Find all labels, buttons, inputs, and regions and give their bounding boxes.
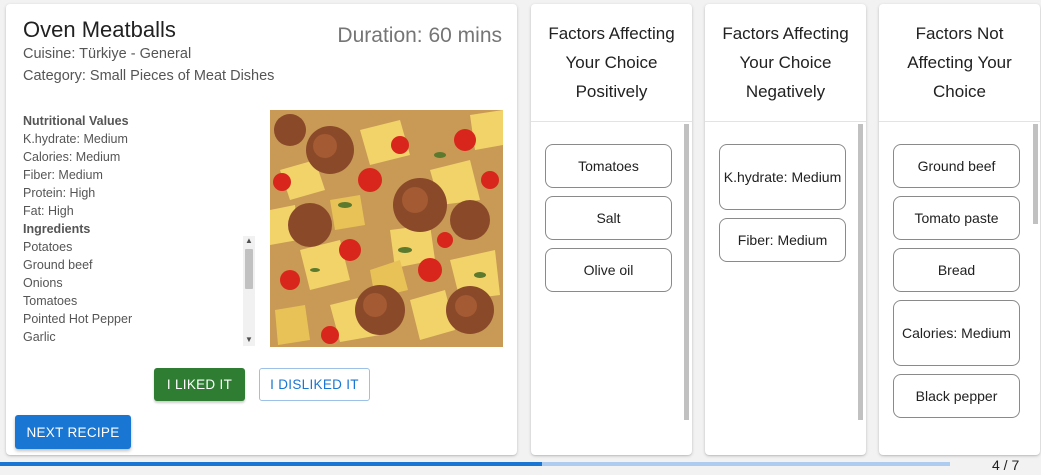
info-line: Potatoes bbox=[23, 240, 73, 254]
positive-factors-list[interactable]: Tomatoes Salt Olive oil bbox=[531, 123, 692, 443]
neutral-factors-title: Factors Not Affecting Your Choice bbox=[879, 4, 1040, 122]
info-line: Fat: High bbox=[23, 204, 74, 218]
info-line: Fiber: Medium bbox=[23, 168, 103, 182]
recipe-title: Oven Meatballs bbox=[23, 17, 176, 42]
factor-chip[interactable]: Salt bbox=[545, 196, 672, 240]
positive-list-scrollbar[interactable] bbox=[684, 124, 689, 420]
info-line: K.hydrate: Medium bbox=[23, 132, 128, 146]
recipe-photo bbox=[270, 110, 503, 347]
info-line: Tomatoes bbox=[23, 294, 78, 308]
factor-chip[interactable]: Tomato paste bbox=[893, 196, 1020, 240]
neutral-factors-list[interactable]: Ground beef Tomato paste Bread Calories: Me… bbox=[879, 123, 1040, 443]
recipe-duration: Duration: 60 mins bbox=[337, 24, 502, 47]
next-recipe-button[interactable]: NEXT RECIPE bbox=[15, 415, 131, 449]
info-line: Onions bbox=[23, 276, 63, 290]
positive-factors-panel: Factors Affecting Your Choice Positively… bbox=[531, 4, 692, 455]
info-list-scrollbar[interactable]: ▲ ▼ bbox=[243, 236, 255, 346]
progress-bar bbox=[0, 462, 950, 466]
factor-chip[interactable]: K.hydrate: Medium bbox=[719, 144, 846, 210]
info-heading: Nutritional Values bbox=[23, 114, 129, 128]
progress-bar-fill bbox=[0, 462, 543, 466]
recipe-cuisine: Cuisine: Türkiye - General bbox=[23, 46, 192, 62]
neutral-list-scrollbar[interactable] bbox=[1033, 124, 1038, 224]
factor-chip[interactable]: Black pepper bbox=[893, 374, 1020, 418]
recipe-info-list[interactable]: Nutritional Values K.hydrate: Medium Calor… bbox=[23, 112, 255, 346]
factor-chip[interactable]: Fiber: Medium bbox=[719, 218, 846, 262]
info-line: Garlic bbox=[23, 330, 56, 344]
factor-chip[interactable]: Tomatoes bbox=[545, 144, 672, 188]
dislike-button[interactable]: I DISLIKED IT bbox=[259, 368, 370, 401]
info-line: Pointed Hot Pepper bbox=[23, 312, 133, 326]
info-line: Protein: High bbox=[23, 186, 96, 200]
negative-factors-list[interactable]: K.hydrate: Medium Fiber: Medium bbox=[705, 123, 866, 443]
like-button[interactable]: I LIKED IT bbox=[154, 368, 245, 401]
recipe-card: Oven Meatballs Cuisine: Türkiye - Genera… bbox=[6, 4, 517, 455]
factor-chip[interactable]: Ground beef bbox=[893, 144, 1020, 188]
factor-chip[interactable]: Bread bbox=[893, 248, 1020, 292]
negative-factors-panel: Factors Affecting Your Choice Negatively… bbox=[705, 4, 866, 455]
info-heading: Ingredients bbox=[23, 222, 91, 236]
scroll-up-icon[interactable]: ▲ bbox=[243, 236, 255, 246]
negative-list-scrollbar[interactable] bbox=[858, 124, 863, 420]
neutral-factors-panel: Factors Not Affecting Your Choice Ground… bbox=[879, 4, 1040, 455]
recipe-category: Category: Small Pieces of Meat Dishes bbox=[23, 68, 275, 84]
scroll-down-icon[interactable]: ▼ bbox=[243, 335, 255, 345]
negative-factors-title: Factors Affecting Your Choice Negatively bbox=[705, 4, 866, 122]
progress-label: 4 / 7 bbox=[992, 457, 1020, 473]
info-line: Ground beef bbox=[23, 258, 93, 272]
positive-factors-title: Factors Affecting Your Choice Positively bbox=[531, 4, 692, 122]
factor-chip[interactable]: Olive oil bbox=[545, 248, 672, 292]
factor-chip[interactable]: Calories: Medium bbox=[893, 300, 1020, 366]
scrollbar-thumb[interactable] bbox=[245, 249, 253, 289]
info-line: Calories: Medium bbox=[23, 150, 121, 164]
